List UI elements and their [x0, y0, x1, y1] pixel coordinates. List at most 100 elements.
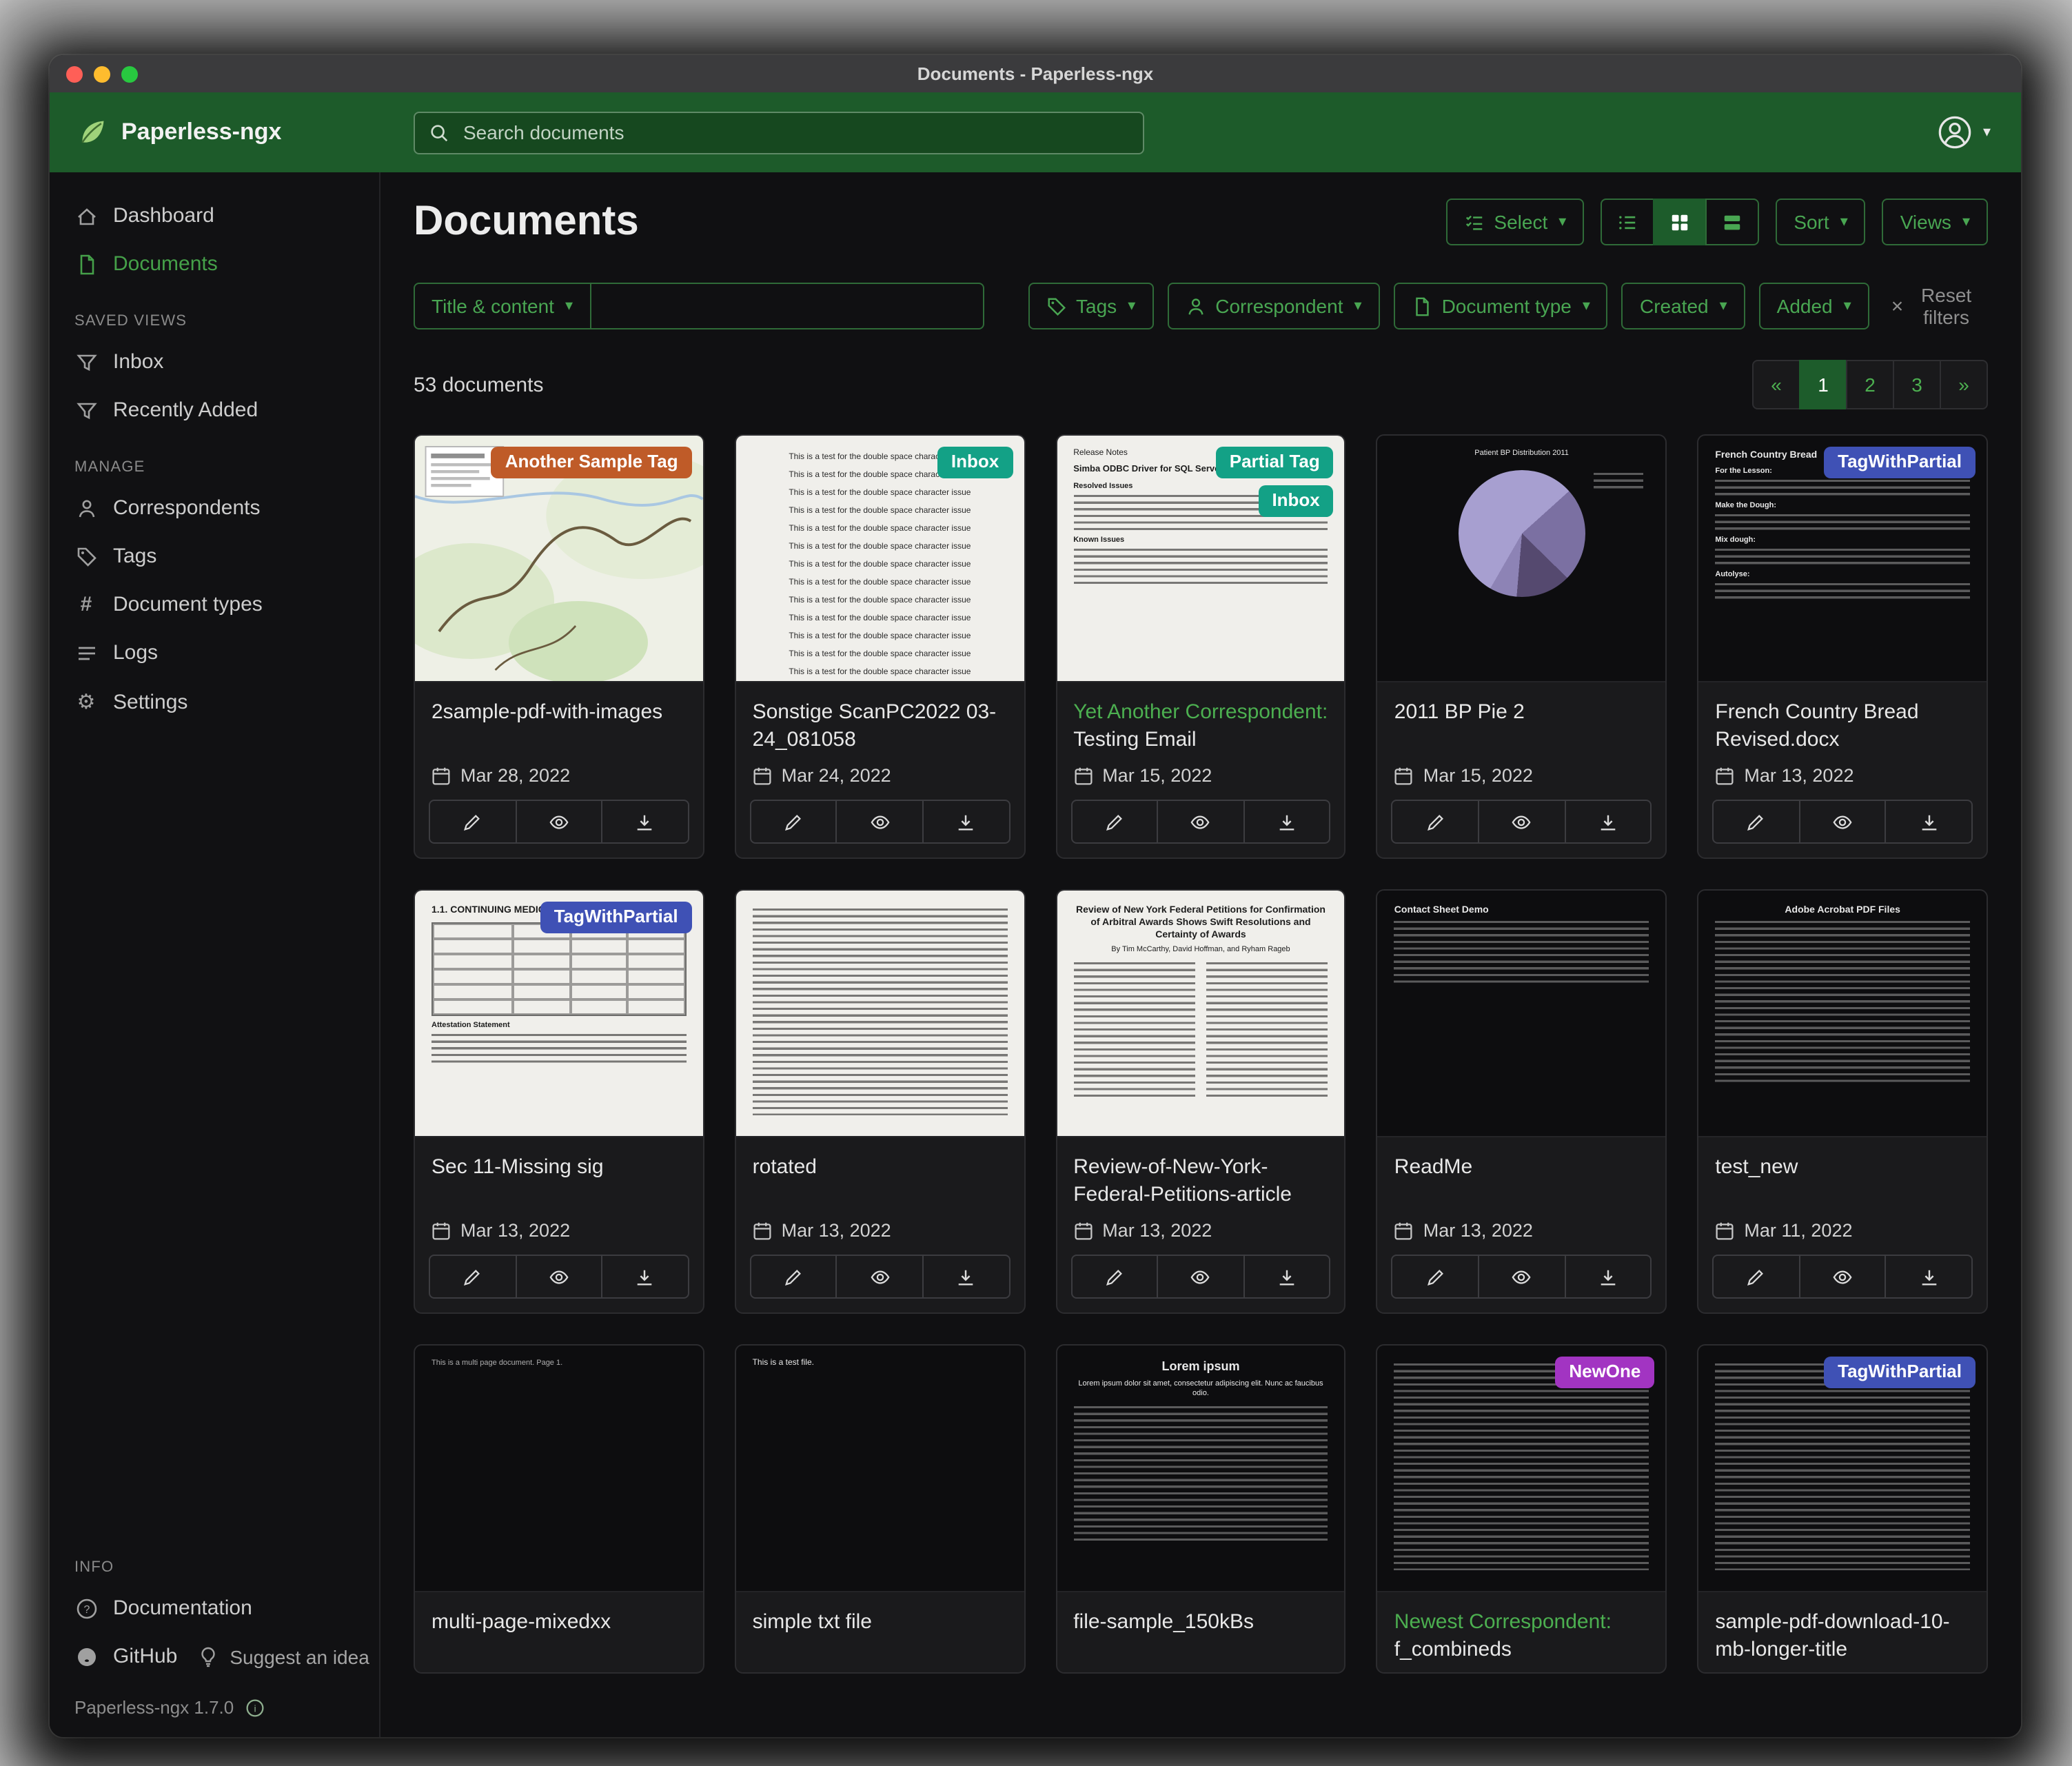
- tag-badge[interactable]: TagWithPartial: [540, 902, 692, 933]
- download-document-button[interactable]: [1885, 1256, 1971, 1297]
- card-thumbnail[interactable]: Adobe Acrobat PDF Files: [1698, 891, 1987, 1137]
- pagination-page-3[interactable]: 3: [1893, 360, 1941, 409]
- sidebar-item-recently-added[interactable]: Recently Added: [50, 386, 379, 434]
- select-button[interactable]: Select ▾: [1445, 199, 1584, 245]
- pagination-page-1[interactable]: 1: [1799, 360, 1847, 409]
- filter-field-button[interactable]: Title & content ▾: [414, 283, 591, 329]
- document-card[interactable]: Release NotesSimba ODBC Driver for SQL S…: [1055, 434, 1346, 859]
- card-thumbnail[interactable]: TagWithPartial: [1698, 1346, 1987, 1592]
- document-card[interactable]: This is a multi page document. Page 1. m…: [414, 1344, 704, 1674]
- card-title[interactable]: 2011 BP Pie 2: [1378, 682, 1666, 762]
- card-thumbnail[interactable]: This is a test file.: [736, 1346, 1024, 1592]
- card-thumbnail[interactable]: This is a multi page document. Page 1.: [415, 1346, 703, 1592]
- filter-created-button[interactable]: Created ▾: [1622, 283, 1745, 329]
- document-card[interactable]: Review of New York Federal Petitions for…: [1055, 889, 1346, 1314]
- view-document-button[interactable]: [515, 1256, 601, 1297]
- download-document-button[interactable]: [1885, 801, 1971, 842]
- tag-badge[interactable]: Another Sample Tag: [491, 447, 692, 478]
- document-card[interactable]: 1.1. CONTINUING MEDICAL EDUCAAttestation…: [414, 889, 704, 1314]
- view-document-button[interactable]: [1157, 1256, 1243, 1297]
- document-card[interactable]: Patient BP Distribution 2011 2011 BP Pie…: [1377, 434, 1667, 859]
- edit-document-button[interactable]: [1072, 801, 1157, 842]
- card-title[interactable]: Yet Another Correspondent: Testing Email: [1057, 682, 1345, 762]
- pagination-prev-button[interactable]: «: [1752, 360, 1800, 409]
- pagination-next-button[interactable]: »: [1940, 360, 1988, 409]
- close-window-button[interactable]: [66, 65, 83, 82]
- card-title[interactable]: file-sample_150kBs: [1057, 1592, 1345, 1672]
- card-title[interactable]: Sec 11-Missing sig: [415, 1137, 703, 1217]
- filter-correspondent-button[interactable]: Correspondent ▾: [1167, 283, 1379, 329]
- sidebar-item-suggest-idea[interactable]: Suggest an idea: [183, 1633, 374, 1680]
- tag-badge[interactable]: TagWithPartial: [1824, 1357, 1975, 1388]
- document-card[interactable]: Lorem ipsumLorem ipsum dolor sit amet, c…: [1055, 1344, 1346, 1674]
- download-document-button[interactable]: [1564, 1256, 1650, 1297]
- filter-query-input[interactable]: [591, 283, 984, 329]
- card-thumbnail[interactable]: Another Sample Tag: [415, 436, 703, 682]
- download-document-button[interactable]: [601, 1256, 687, 1297]
- card-title[interactable]: Sonstige ScanPC2022 03-24_081058: [736, 682, 1024, 762]
- view-document-button[interactable]: [1799, 1256, 1885, 1297]
- sidebar-item-github[interactable]: GitHub: [50, 1632, 183, 1681]
- card-title[interactable]: simple txt file: [736, 1592, 1024, 1672]
- view-document-button[interactable]: [1799, 801, 1885, 842]
- card-thumbnail[interactable]: Contact Sheet Demo: [1378, 891, 1666, 1137]
- filter-added-button[interactable]: Added ▾: [1759, 283, 1869, 329]
- search-box[interactable]: [414, 111, 1144, 154]
- download-document-button[interactable]: [922, 801, 1008, 842]
- card-thumbnail[interactable]: Review of New York Federal Petitions for…: [1057, 891, 1345, 1137]
- sort-button[interactable]: Sort ▾: [1776, 199, 1865, 245]
- edit-document-button[interactable]: [1393, 1256, 1478, 1297]
- document-card[interactable]: TagWithPartial sample-pdf-download-10-mb…: [1697, 1344, 1988, 1674]
- sidebar-item-documentation[interactable]: ? Documentation: [50, 1584, 379, 1632]
- view-mode-cards-button[interactable]: [1705, 199, 1759, 245]
- card-thumbnail[interactable]: This is a test for the double space char…: [736, 436, 1024, 682]
- download-document-button[interactable]: [601, 801, 687, 842]
- document-card[interactable]: This is a test file. simple txt file: [735, 1344, 1026, 1674]
- card-title[interactable]: French Country Bread Revised.docx: [1698, 682, 1987, 762]
- tag-badge[interactable]: Inbox: [1258, 485, 1333, 517]
- sidebar-item-settings[interactable]: ⚙ Settings: [50, 677, 379, 727]
- download-document-button[interactable]: [1564, 801, 1650, 842]
- document-card[interactable]: rotated Mar 13, 2022: [735, 889, 1026, 1314]
- document-card[interactable]: Adobe Acrobat PDF Files test_new Mar 11,…: [1697, 889, 1988, 1314]
- card-thumbnail[interactable]: French Country BreadFor the Lesson:Make …: [1698, 436, 1987, 682]
- sidebar-item-tags[interactable]: Tags: [50, 532, 379, 580]
- card-title[interactable]: multi-page-mixedxx: [415, 1592, 703, 1672]
- card-title[interactable]: rotated: [736, 1137, 1024, 1217]
- card-correspondent[interactable]: Yet Another Correspondent:: [1073, 700, 1328, 724]
- card-title[interactable]: Newest Correspondent: f_combineds: [1378, 1592, 1666, 1672]
- info-circle-icon[interactable]: i: [245, 1698, 264, 1717]
- search-input[interactable]: [460, 120, 1129, 145]
- edit-document-button[interactable]: [751, 1256, 836, 1297]
- pagination-page-2[interactable]: 2: [1846, 360, 1894, 409]
- sidebar-item-correspondents[interactable]: Correspondents: [50, 484, 379, 532]
- edit-document-button[interactable]: [1714, 1256, 1798, 1297]
- tag-badge[interactable]: TagWithPartial: [1824, 447, 1975, 478]
- document-card[interactable]: NewOne Newest Correspondent: f_combineds: [1377, 1344, 1667, 1674]
- card-thumbnail[interactable]: Release NotesSimba ODBC Driver for SQL S…: [1057, 436, 1345, 682]
- sidebar-item-inbox[interactable]: Inbox: [50, 338, 379, 386]
- sidebar-item-document-types[interactable]: # Document types: [50, 580, 379, 629]
- view-document-button[interactable]: [1478, 801, 1564, 842]
- reset-filters-button[interactable]: × Reset filters: [1883, 283, 1988, 329]
- card-title[interactable]: 2sample-pdf-with-images: [415, 682, 703, 762]
- edit-document-button[interactable]: [430, 801, 515, 842]
- user-menu[interactable]: ▾: [1938, 114, 2021, 150]
- sidebar-item-dashboard[interactable]: Dashboard: [50, 192, 379, 240]
- tag-badge[interactable]: NewOne: [1555, 1357, 1654, 1388]
- sidebar-item-logs[interactable]: Logs: [50, 629, 379, 677]
- edit-document-button[interactable]: [1393, 801, 1478, 842]
- view-mode-grid-button[interactable]: [1653, 199, 1707, 245]
- download-document-button[interactable]: [922, 1256, 1008, 1297]
- sidebar-item-documents[interactable]: Documents: [50, 240, 379, 288]
- card-thumbnail[interactable]: NewOne: [1378, 1346, 1666, 1592]
- edit-document-button[interactable]: [751, 801, 836, 842]
- brand[interactable]: Paperless-ngx: [77, 117, 380, 148]
- document-card[interactable]: French Country BreadFor the Lesson:Make …: [1697, 434, 1988, 859]
- card-thumbnail[interactable]: Lorem ipsumLorem ipsum dolor sit amet, c…: [1057, 1346, 1345, 1592]
- view-mode-details-button[interactable]: [1601, 199, 1654, 245]
- download-document-button[interactable]: [1243, 1256, 1330, 1297]
- tag-badge[interactable]: Partial Tag: [1216, 447, 1334, 478]
- card-title[interactable]: sample-pdf-download-10-mb-longer-title: [1698, 1592, 1987, 1672]
- card-thumbnail[interactable]: [736, 891, 1024, 1137]
